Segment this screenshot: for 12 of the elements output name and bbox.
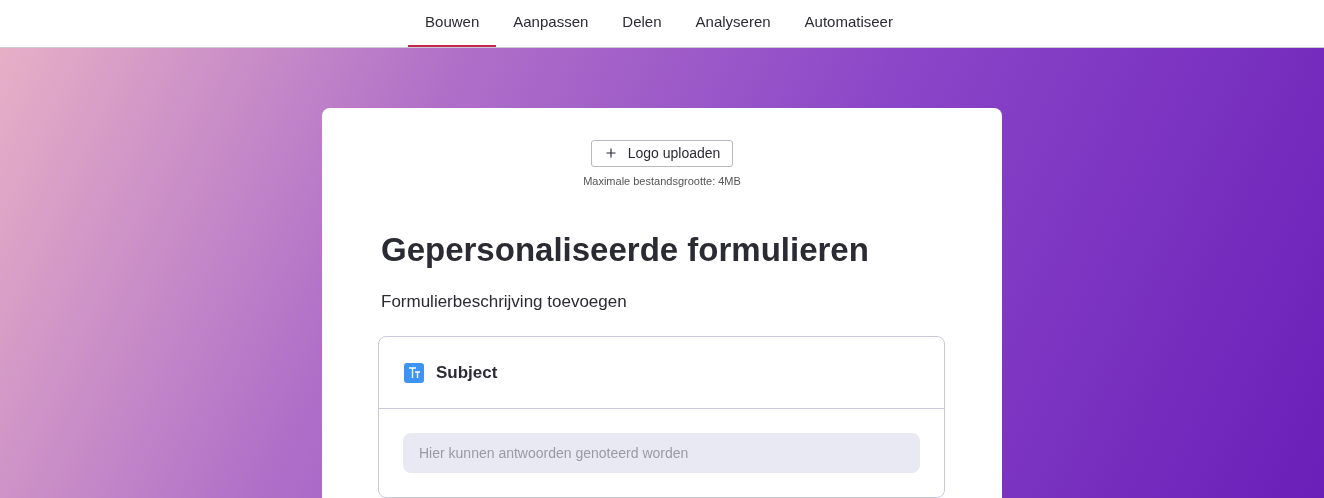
- plus-icon: [603, 146, 618, 161]
- logo-upload-button[interactable]: Logo uploaden: [590, 140, 734, 167]
- form-title: Gepersonaliseerde formulieren: [381, 230, 870, 270]
- nav-tab[interactable]: Automatiseer: [787, 0, 910, 47]
- nav-tab[interactable]: Aanpassen: [496, 0, 606, 47]
- nav-tab[interactable]: Analyseren: [678, 0, 788, 47]
- question-label: Subject: [436, 361, 498, 384]
- nav-tab[interactable]: Delen: [605, 0, 679, 47]
- form-description: Formulierbeschrijving toevoegen: [381, 290, 628, 313]
- logo-size-hint: Maximale bestandsgrootte: 4MB: [583, 173, 741, 189]
- text-type-icon: [404, 362, 424, 383]
- answer-field[interactable]: Hier kunnen antwoorden genoteerd worden: [403, 433, 920, 473]
